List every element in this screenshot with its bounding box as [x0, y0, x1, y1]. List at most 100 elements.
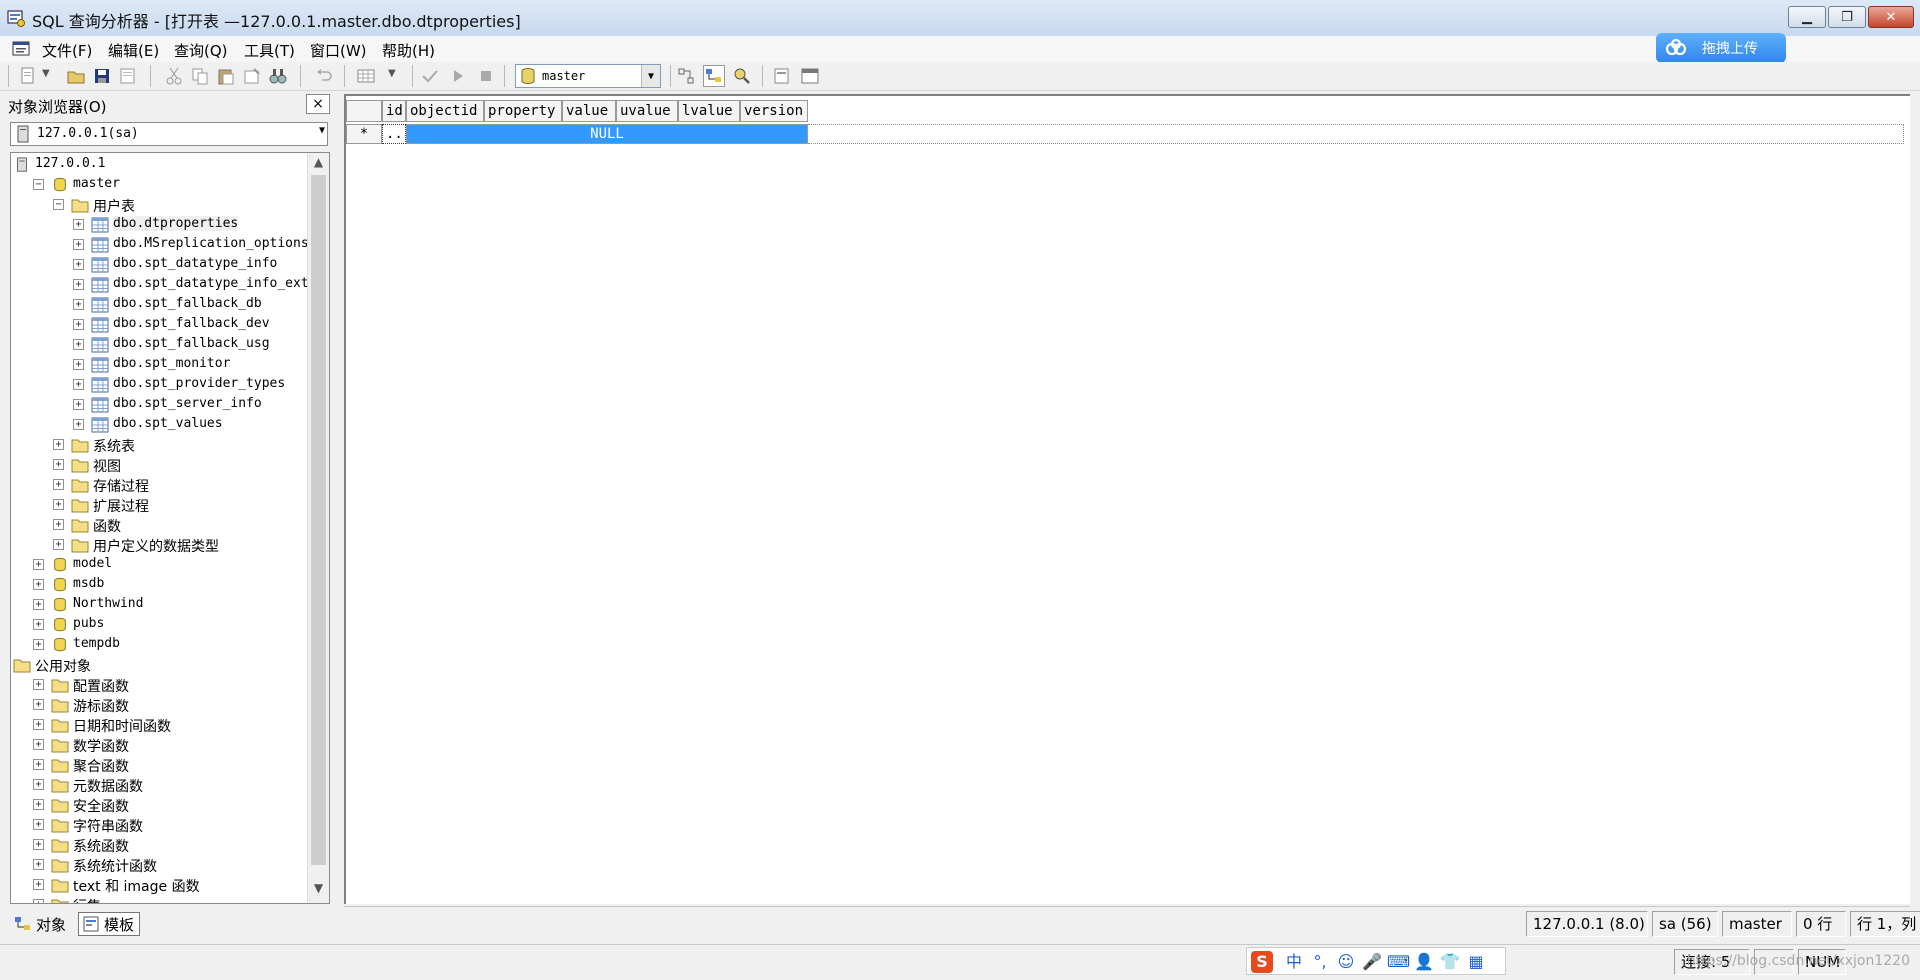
ime-voice-icon[interactable]: 🎤 [1361, 951, 1383, 973]
expand-icon[interactable]: + [33, 779, 44, 790]
results-dropdown-icon[interactable]: ▼ [388, 68, 396, 79]
expand-icon[interactable]: + [33, 819, 44, 830]
show-results-pane-icon[interactable] [800, 66, 820, 86]
insert-template-icon[interactable] [118, 66, 138, 86]
expand-icon[interactable]: + [33, 559, 44, 570]
find-icon[interactable] [268, 66, 288, 86]
expand-icon[interactable]: + [33, 739, 44, 750]
close-button[interactable]: ✕ [1868, 6, 1914, 28]
grid-corner[interactable] [346, 100, 382, 122]
expand-icon[interactable]: + [73, 239, 84, 250]
current-connection-properties-icon[interactable] [772, 66, 792, 86]
column-header-objectid[interactable]: objectid [406, 100, 484, 122]
expand-icon[interactable]: + [53, 479, 64, 490]
column-header-id[interactable]: id [382, 100, 406, 122]
expand-icon[interactable]: + [53, 539, 64, 550]
expand-icon[interactable]: + [73, 259, 84, 270]
undo-icon[interactable] [314, 66, 334, 86]
ime-skin-icon[interactable]: 👕 [1439, 951, 1461, 973]
expand-icon[interactable]: + [53, 519, 64, 530]
scroll-thumb[interactable] [311, 175, 326, 865]
chevron-down-icon[interactable]: ▼ [319, 125, 325, 136]
ime-keyboard-icon[interactable]: ⌨ [1387, 951, 1410, 973]
expand-icon[interactable]: + [33, 679, 44, 690]
column-header-uvalue[interactable]: uvalue [616, 100, 678, 122]
server-select[interactable]: 127.0.0.1(sa) ▼ [10, 122, 328, 146]
expand-icon[interactable]: + [73, 219, 84, 230]
save-icon[interactable] [92, 66, 112, 86]
results-grid-icon[interactable] [356, 66, 376, 86]
expand-icon[interactable]: + [33, 899, 44, 903]
ime-toolbar[interactable]: S 中 °, ☺ 🎤 ⌨ 👤 👕 ▦ [1246, 947, 1506, 975]
expand-icon[interactable]: + [33, 719, 44, 730]
expand-icon[interactable]: + [33, 699, 44, 710]
expand-icon[interactable]: + [53, 499, 64, 510]
expand-icon[interactable]: + [33, 879, 44, 890]
database-select[interactable]: master ▼ [515, 64, 661, 88]
column-header-lvalue[interactable]: lvalue [678, 100, 740, 122]
minimize-button[interactable]: ▁ [1788, 6, 1826, 28]
expand-icon[interactable]: + [33, 759, 44, 770]
copy-icon[interactable] [190, 66, 210, 86]
expand-icon[interactable]: + [53, 439, 64, 450]
collapse-icon[interactable]: − [33, 179, 44, 190]
ime-punctuation-mode[interactable]: °, [1309, 951, 1331, 973]
menu-tools[interactable]: 工具(T) [244, 40, 295, 61]
open-folder-icon[interactable] [66, 66, 86, 86]
scroll-down-icon[interactable]: ▼ [311, 881, 326, 899]
tree-scrollbar[interactable]: ▲ ▼ [307, 153, 329, 903]
expand-icon[interactable]: + [73, 339, 84, 350]
column-header-property[interactable]: property [484, 100, 562, 122]
paste-icon[interactable] [216, 66, 236, 86]
expand-icon[interactable]: + [73, 419, 84, 430]
object-browser-close-button[interactable]: × [306, 94, 330, 114]
menu-file[interactable]: 文件(F) [42, 40, 92, 61]
column-header-version[interactable]: version [740, 100, 808, 122]
new-query-icon[interactable] [18, 66, 38, 86]
column-header-value[interactable]: value [562, 100, 616, 122]
new-dropdown-icon[interactable]: ▼ [42, 68, 50, 79]
expand-icon[interactable]: + [53, 459, 64, 470]
tab-templates[interactable]: 模板 [78, 912, 140, 936]
collapse-icon[interactable]: − [53, 199, 64, 210]
expand-icon[interactable]: + [73, 379, 84, 390]
expand-icon[interactable]: + [73, 359, 84, 370]
expand-icon[interactable]: + [73, 279, 84, 290]
expand-icon[interactable]: + [33, 619, 44, 630]
check-icon[interactable] [420, 66, 440, 86]
clear-window-icon[interactable] [242, 66, 262, 86]
execute-icon[interactable] [448, 66, 468, 86]
sogou-logo-icon[interactable]: S [1251, 951, 1273, 973]
tab-objects[interactable]: 对象 [14, 912, 78, 936]
cut-icon[interactable] [164, 66, 184, 86]
object-search-icon[interactable] [732, 66, 752, 86]
maximize-button[interactable]: ❐ [1828, 6, 1866, 28]
object-browser-toggle-icon[interactable] [703, 65, 725, 87]
chevron-down-icon[interactable]: ▼ [641, 65, 660, 87]
row-null-cells[interactable]: NULL [406, 124, 808, 144]
expand-icon[interactable]: + [33, 859, 44, 870]
menu-edit[interactable]: 编辑(E) [108, 40, 159, 61]
expand-icon[interactable]: + [73, 399, 84, 410]
row-marker[interactable]: * [346, 124, 382, 144]
document-window-icon[interactable] [12, 40, 32, 58]
expand-icon[interactable]: + [33, 639, 44, 650]
expand-icon[interactable]: + [33, 599, 44, 610]
expand-icon[interactable]: + [73, 299, 84, 310]
ime-user-icon[interactable]: 👤 [1413, 951, 1435, 973]
menu-help[interactable]: 帮助(H) [382, 40, 435, 61]
row-cell-id[interactable]: .. [382, 124, 406, 144]
stop-icon[interactable] [476, 66, 496, 86]
ime-emoji-icon[interactable]: ☺ [1335, 951, 1357, 973]
row-new-record-area[interactable] [808, 124, 1904, 144]
expand-icon[interactable]: + [33, 839, 44, 850]
expand-icon[interactable]: + [33, 579, 44, 590]
menu-window[interactable]: 窗口(W) [310, 40, 367, 61]
menu-query[interactable]: 查询(Q) [174, 40, 228, 61]
display-plan-icon[interactable] [676, 66, 696, 86]
expand-icon[interactable]: + [33, 799, 44, 810]
expand-icon[interactable]: + [73, 319, 84, 330]
ime-toolbox-icon[interactable]: ▦ [1465, 951, 1487, 973]
scroll-up-icon[interactable]: ▲ [311, 155, 326, 173]
ime-chinese-mode[interactable]: 中 [1283, 951, 1305, 973]
